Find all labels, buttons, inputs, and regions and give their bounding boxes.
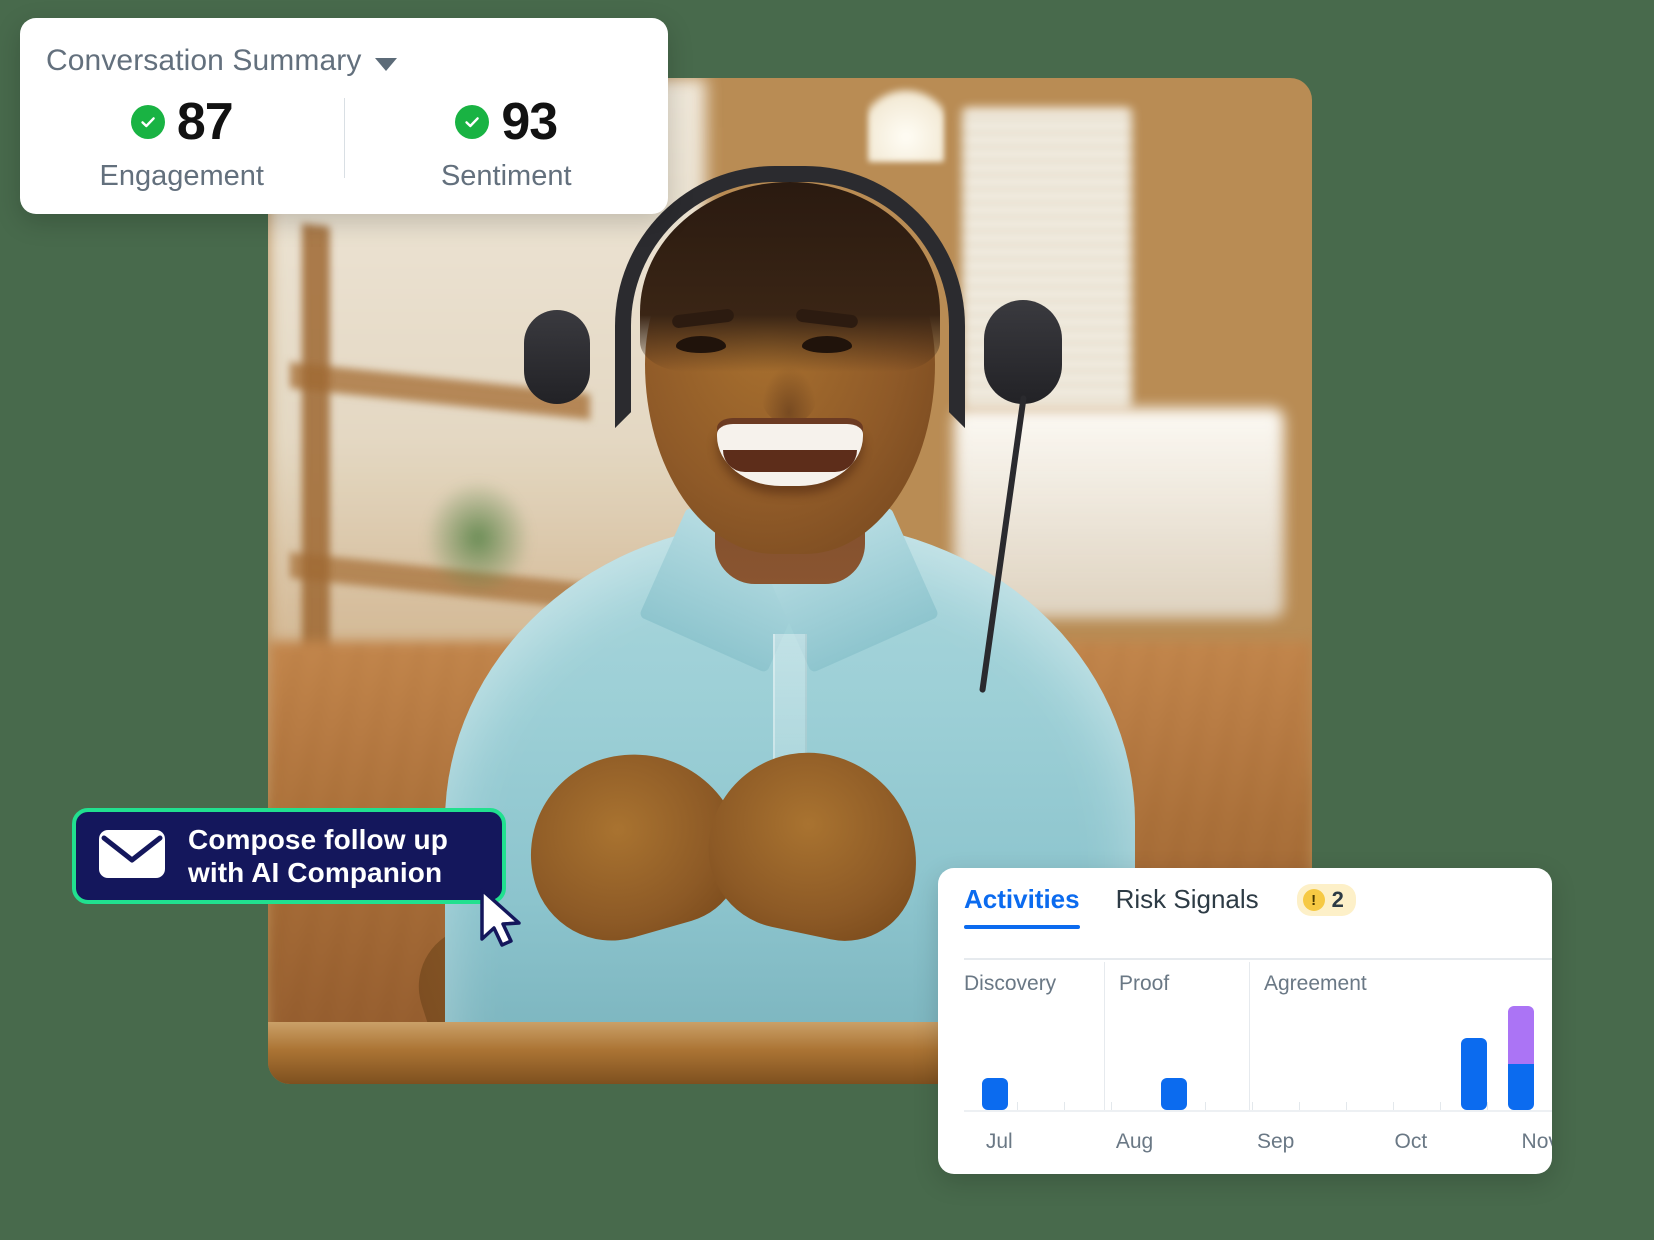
headset-earcup-left: [524, 310, 590, 404]
activities-bar-chart: [964, 968, 1552, 1112]
compose-followup-button[interactable]: Compose follow up with AI Companion: [72, 808, 506, 904]
month-label: Nov: [1521, 1130, 1552, 1153]
metric-value: 87: [176, 92, 234, 151]
bar-nov: [1507, 1006, 1534, 1110]
activities-tabs: Activities Risk Signals ! 2: [938, 868, 1552, 929]
metric-label: Engagement: [99, 159, 264, 192]
chart-month-labels: Jul Aug Sep Oct Nov: [964, 1130, 1552, 1158]
compose-line-1: Compose follow up: [188, 823, 448, 855]
month-label: Jul: [985, 1130, 1013, 1153]
tab-underline: [964, 958, 1552, 960]
metric-value-row: 87: [130, 92, 234, 151]
exclamation-icon: !: [1302, 889, 1325, 911]
tab-risk-signals[interactable]: Risk Signals: [1116, 884, 1259, 929]
tab-activities[interactable]: Activities: [964, 884, 1080, 929]
envelope-icon: [98, 829, 166, 884]
metric-engagement: 87 Engagement: [20, 88, 344, 200]
bar-oct: [1460, 1038, 1487, 1110]
metric-value: 93: [501, 92, 558, 151]
conversation-summary-header[interactable]: Conversation Summary: [20, 18, 668, 78]
compose-followup-label: Compose follow up with AI Companion: [188, 823, 448, 889]
month-label: Oct: [1394, 1130, 1428, 1153]
summary-metrics: 87 Engagement 93 Sentiment: [20, 88, 668, 200]
metric-sentiment: 93 Sentiment: [345, 88, 669, 200]
chevron-down-icon[interactable]: [375, 57, 398, 71]
bar-jul: [981, 1078, 1008, 1110]
mouse-pointer-icon: [478, 887, 524, 949]
headset-earcup-right: [984, 300, 1062, 404]
metric-value-row: 93: [455, 92, 558, 151]
headset-band: [615, 166, 965, 428]
conversation-summary-card: Conversation Summary 87 Engagement 93 Se…: [20, 18, 668, 214]
check-circle-icon: [455, 104, 490, 139]
bar-aug: [1160, 1078, 1187, 1110]
check-circle-icon: [130, 104, 165, 139]
risk-signals-badge[interactable]: ! 2: [1296, 884, 1356, 916]
page-title: Conversation Summary: [46, 44, 362, 77]
screenshot-root: Conversation Summary 87 Engagement 93 Se…: [0, 0, 1654, 1240]
risk-signals-count: 2: [1331, 887, 1344, 912]
compose-line-2: with AI Companion: [188, 857, 443, 888]
chart-baseline: [964, 1110, 1552, 1112]
month-label: Aug: [1115, 1130, 1154, 1153]
activities-card: Activities Risk Signals ! 2 Discovery Pr…: [938, 868, 1552, 1174]
metric-label: Sentiment: [440, 159, 572, 192]
month-label: Sep: [1256, 1130, 1295, 1153]
